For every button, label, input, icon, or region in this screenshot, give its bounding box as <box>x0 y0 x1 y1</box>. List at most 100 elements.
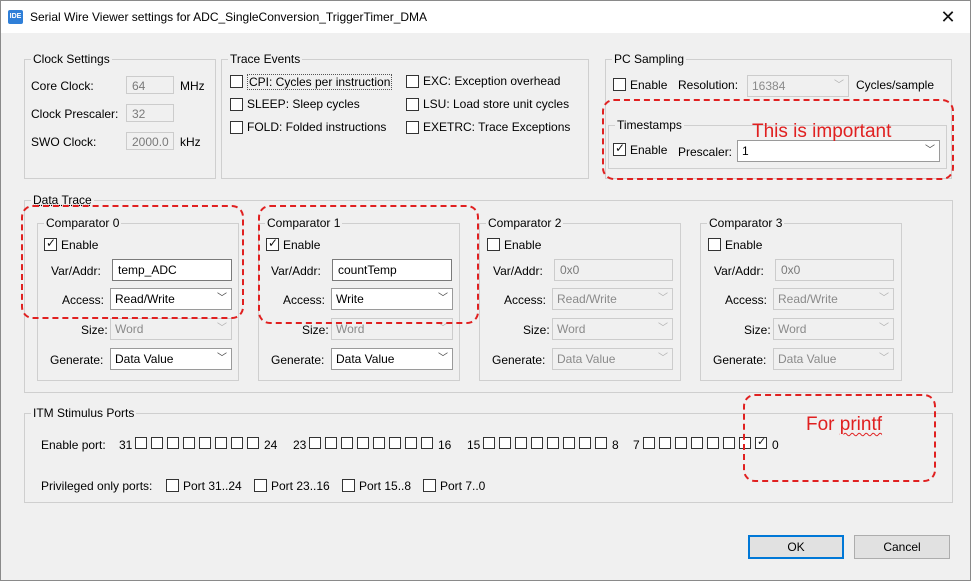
comparator-2-enable-checkbox[interactable] <box>487 238 500 251</box>
port-3-checkbox[interactable] <box>707 437 719 449</box>
port-30-checkbox[interactable] <box>151 437 163 449</box>
comparator-0-generate-value: Data Value <box>115 352 174 366</box>
port-15-checkbox[interactable] <box>483 437 495 449</box>
comparator-2-var-input[interactable]: 0x0 <box>554 259 673 281</box>
core-clock-label: Core Clock: <box>31 79 94 93</box>
port-26-checkbox[interactable] <box>215 437 227 449</box>
comparator-3-access-select[interactable]: Read/Write ﹀ <box>773 288 894 310</box>
lsu-label[interactable]: LSU: Load store unit cycles <box>423 97 569 111</box>
privileged-port-31-24-label[interactable]: Port 31..24 <box>183 479 242 493</box>
comparator-3-size-select[interactable]: Word ﹀ <box>773 318 894 340</box>
port-12-checkbox[interactable] <box>531 437 543 449</box>
port-25-checkbox[interactable] <box>231 437 243 449</box>
port-5-checkbox[interactable] <box>675 437 687 449</box>
chevron-down-icon: ﹀ <box>879 293 889 304</box>
comparator-3-var-input[interactable]: 0x0 <box>775 259 894 281</box>
cpi-checkbox[interactable] <box>230 75 243 88</box>
port-11-checkbox[interactable] <box>547 437 559 449</box>
port-13-checkbox[interactable] <box>515 437 527 449</box>
privileged-port-7-0-label[interactable]: Port 7..0 <box>440 479 485 493</box>
privileged-port-31-24-checkbox[interactable] <box>166 479 179 492</box>
port-8-checkbox[interactable] <box>595 437 607 449</box>
comparator-3-enable-checkbox[interactable] <box>708 238 721 251</box>
sleep-checkbox[interactable] <box>230 98 243 111</box>
fold-label[interactable]: FOLD: Folded instructions <box>247 120 386 134</box>
privileged-port-15-8-label[interactable]: Port 15..8 <box>359 479 411 493</box>
comparator-3-enable-label[interactable]: Enable <box>725 238 762 252</box>
port-4-checkbox[interactable] <box>691 437 703 449</box>
core-clock-field: 64 <box>126 76 174 94</box>
lsu-checkbox[interactable] <box>406 98 419 111</box>
port-18-checkbox[interactable] <box>389 437 401 449</box>
comparator-1-generate-select[interactable]: Data Value ﹀ <box>331 348 453 370</box>
clock-prescaler-field: 32 <box>126 104 174 122</box>
close-icon[interactable]: ✕ <box>936 5 960 29</box>
comparator-2-label: Comparator 2 <box>486 216 564 230</box>
comparator-0-size-select[interactable]: Word ﹀ <box>110 318 232 340</box>
pc-sampling-enable-checkbox[interactable] <box>613 78 626 91</box>
fold-checkbox[interactable] <box>230 121 243 134</box>
port-28-checkbox[interactable] <box>183 437 195 449</box>
annotation-important-text: This is important <box>752 121 892 142</box>
comparator-2-size-label: Size: <box>523 323 550 337</box>
comparator-2-enable-label[interactable]: Enable <box>504 238 541 252</box>
privileged-port-15-8-checkbox[interactable] <box>342 479 355 492</box>
itm-stimulus-ports-label: ITM Stimulus Ports <box>31 406 137 420</box>
annotation-printf-word: printf <box>839 414 883 435</box>
port-9-checkbox[interactable] <box>579 437 591 449</box>
comparator-2-access-label: Access: <box>504 293 547 307</box>
cancel-button[interactable]: Cancel <box>854 535 950 559</box>
port-range-label: 15 <box>467 438 481 452</box>
port-7-checkbox[interactable] <box>643 437 655 449</box>
port-27-checkbox[interactable] <box>199 437 211 449</box>
comparator-3-access-value: Read/Write <box>778 292 838 306</box>
port-17-checkbox[interactable] <box>405 437 417 449</box>
port-22-checkbox[interactable] <box>325 437 337 449</box>
comparator-1-size-value: Word <box>336 322 365 336</box>
chevron-down-icon: ﹀ <box>658 293 668 304</box>
pc-sampling-label: PC Sampling <box>612 52 687 66</box>
port-16-checkbox[interactable] <box>421 437 433 449</box>
exc-checkbox[interactable] <box>406 75 419 88</box>
cpi-label[interactable]: CPI: Cycles per instruction <box>247 74 393 90</box>
annotation-printf-highlight <box>743 394 936 482</box>
pc-sampling-enable-label[interactable]: Enable <box>630 78 667 92</box>
port-31-checkbox[interactable] <box>135 437 147 449</box>
privileged-port-23-16-label[interactable]: Port 23..16 <box>271 479 330 493</box>
port-14-checkbox[interactable] <box>499 437 511 449</box>
ok-button[interactable]: OK <box>748 535 844 559</box>
port-21-checkbox[interactable] <box>341 437 353 449</box>
exetrc-checkbox[interactable] <box>406 121 419 134</box>
trace-events-label: Trace Events <box>228 52 303 66</box>
comparator-2-size-value: Word <box>557 322 586 336</box>
comparator-2-size-select[interactable]: Word ﹀ <box>552 318 673 340</box>
port-2-checkbox[interactable] <box>723 437 735 449</box>
port-29-checkbox[interactable] <box>167 437 179 449</box>
exc-label[interactable]: EXC: Exception overhead <box>423 74 560 88</box>
port-10-checkbox[interactable] <box>563 437 575 449</box>
port-19-checkbox[interactable] <box>373 437 385 449</box>
port-20-checkbox[interactable] <box>357 437 369 449</box>
comparator-2-access-select[interactable]: Read/Write ﹀ <box>552 288 673 310</box>
swo-clock-label: SWO Clock: <box>31 135 97 149</box>
comparator-3-generate-select[interactable]: Data Value ﹀ <box>773 348 894 370</box>
clock-prescaler-label: Clock Prescaler: <box>31 107 119 121</box>
dialog-window: IDE Serial Wire Viewer settings for ADC_… <box>0 0 971 581</box>
annotation-printf-text: For printf <box>806 414 882 436</box>
exetrc-label[interactable]: EXETRC: Trace Exceptions <box>423 120 570 134</box>
port-23-checkbox[interactable] <box>309 437 321 449</box>
comparator-0-generate-label: Generate: <box>50 353 104 367</box>
port-6-checkbox[interactable] <box>659 437 671 449</box>
chevron-down-icon: ﹀ <box>217 353 227 364</box>
chevron-down-icon: ﹀ <box>438 353 448 364</box>
comparator-3-access-label: Access: <box>725 293 768 307</box>
sleep-label[interactable]: SLEEP: Sleep cycles <box>247 97 360 111</box>
chevron-down-icon: ﹀ <box>658 323 668 334</box>
port-24-checkbox[interactable] <box>247 437 259 449</box>
resolution-label: Resolution: <box>678 78 739 92</box>
resolution-select[interactable]: 16384 ﹀ <box>747 75 849 97</box>
comparator-0-generate-select[interactable]: Data Value ﹀ <box>110 348 232 370</box>
comparator-2-generate-select[interactable]: Data Value ﹀ <box>552 348 673 370</box>
privileged-port-7-0-checkbox[interactable] <box>423 479 436 492</box>
privileged-port-23-16-checkbox[interactable] <box>254 479 267 492</box>
